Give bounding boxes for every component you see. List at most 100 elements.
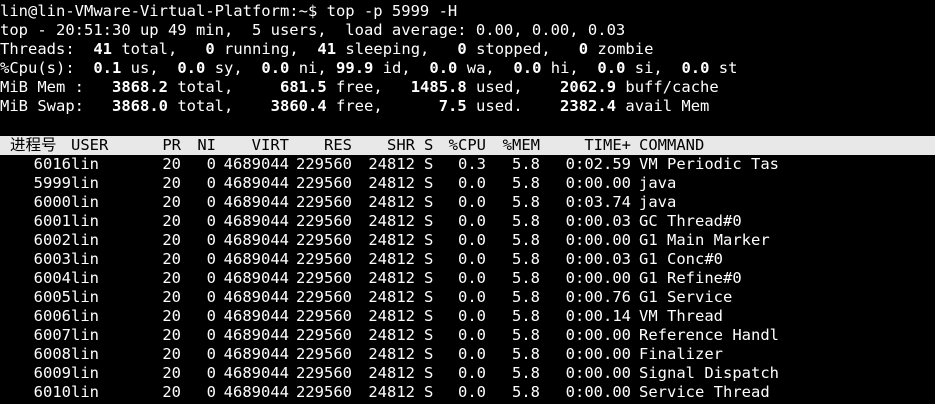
mem-buff-value: 2062.9 xyxy=(560,78,617,96)
cell-user: lin xyxy=(71,326,99,344)
swap-used-value: 7.5 xyxy=(438,97,467,115)
cpu-sy-value: 0.0 xyxy=(177,59,206,77)
cell-mem: 5.8 xyxy=(512,174,540,192)
cell-cpu: 0.0 xyxy=(458,212,486,230)
cell-ni: 0 xyxy=(206,174,216,192)
cell-virt: 4689044 xyxy=(223,364,289,382)
cell-state: S xyxy=(424,288,434,306)
cell-state: S xyxy=(424,231,434,249)
cell-ni: 0 xyxy=(206,307,216,325)
cell-res: 229560 xyxy=(296,174,352,192)
cell-pid: 6016 xyxy=(33,155,71,173)
cell-time: 0:00.76 xyxy=(565,288,631,306)
cell-state: S xyxy=(424,269,434,287)
cell-shr: 24812 xyxy=(368,250,415,268)
cell-command: Finalizer xyxy=(639,345,723,363)
cell-state: S xyxy=(424,307,434,325)
cell-pid: 6007 xyxy=(33,326,71,344)
cell-user: lin xyxy=(71,288,99,306)
cell-res: 229560 xyxy=(296,193,352,211)
table-row[interactable]: 6004 lin 20 0 4689044 229560 24812 S 0.0… xyxy=(0,269,935,288)
table-row[interactable]: 6009 lin 20 0 4689044 229560 24812 S 0.0… xyxy=(0,364,935,383)
cell-virt: 4689044 xyxy=(223,250,289,268)
mem-label: MiB Mem : xyxy=(0,78,84,96)
cell-ni: 0 xyxy=(206,326,216,344)
cell-state: S xyxy=(424,250,434,268)
top-uptime-line: top - 20:51:30 up 49 min, 5 users, load … xyxy=(0,21,626,39)
threads-label: Threads: xyxy=(0,40,75,58)
column-header-pid: 进程号 xyxy=(10,136,57,154)
cell-virt: 4689044 xyxy=(223,345,289,363)
cell-ni: 0 xyxy=(206,212,216,230)
cell-ni: 0 xyxy=(206,231,216,249)
table-row[interactable]: 5999 lin 20 0 4689044 229560 24812 S 0.0… xyxy=(0,174,935,193)
cell-shr: 24812 xyxy=(368,174,415,192)
cell-user: lin xyxy=(71,193,99,211)
cell-time: 0:00.03 xyxy=(565,212,631,230)
swap-avail-value: 2382.4 xyxy=(560,97,617,115)
cell-pid: 6003 xyxy=(33,250,71,268)
cell-state: S xyxy=(424,155,434,173)
column-header-shr: SHR xyxy=(387,136,415,154)
cell-command: java xyxy=(639,174,677,192)
cell-user: lin xyxy=(71,250,99,268)
table-row[interactable]: 6000 lin 20 0 4689044 229560 24812 S 0.0… xyxy=(0,193,935,212)
swap-label: MiB Swap: xyxy=(0,97,84,115)
cpu-hi-value: 0.0 xyxy=(513,59,542,77)
cell-time: 0:00.03 xyxy=(565,250,631,268)
cell-shr: 24812 xyxy=(368,193,415,211)
cell-pr: 20 xyxy=(162,155,181,173)
cell-mem: 5.8 xyxy=(512,193,540,211)
cell-time: 0:00.00 xyxy=(565,345,631,363)
cell-virt: 4689044 xyxy=(223,269,289,287)
cell-res: 229560 xyxy=(296,250,352,268)
cell-state: S xyxy=(424,193,434,211)
table-row[interactable]: 6003 lin 20 0 4689044 229560 24812 S 0.0… xyxy=(0,250,935,269)
cell-time: 0:00.00 xyxy=(565,174,631,192)
cell-pr: 20 xyxy=(162,307,181,325)
cell-user: lin xyxy=(71,155,99,173)
table-row[interactable]: 6010 lin 20 0 4689044 229560 24812 S 0.0… xyxy=(0,383,935,402)
cell-res: 229560 xyxy=(296,288,352,306)
table-row[interactable]: 6008 lin 20 0 4689044 229560 24812 S 0.0… xyxy=(0,345,935,364)
swap-summary-line: MiB Swap: 3868.0 total, 3860.4 free, 7.5… xyxy=(0,97,710,115)
table-row[interactable]: 6007 lin 20 0 4689044 229560 24812 S 0.0… xyxy=(0,326,935,345)
cell-virt: 4689044 xyxy=(223,193,289,211)
cell-state: S xyxy=(424,364,434,382)
cell-pid: 6000 xyxy=(33,193,71,211)
cell-res: 229560 xyxy=(296,383,352,401)
cell-shr: 24812 xyxy=(368,383,415,401)
cell-pid: 6010 xyxy=(33,383,71,401)
threads-sleeping-value: 41 xyxy=(317,40,337,58)
cell-user: lin xyxy=(71,383,99,401)
cell-user: lin xyxy=(71,231,99,249)
table-row[interactable]: 6006 lin 20 0 4689044 229560 24812 S 0.0… xyxy=(0,307,935,326)
column-header-cpu: %CPU xyxy=(448,136,486,154)
table-row[interactable]: 6001 lin 20 0 4689044 229560 24812 S 0.0… xyxy=(0,212,935,231)
threads-running-value: 0 xyxy=(205,40,215,58)
mem-total-value: 3868.2 xyxy=(112,78,168,96)
mem-free-value: 681.5 xyxy=(280,78,327,96)
terminal-window[interactable]: lin@lin-VMware-Virtual-Platform:~$ top -… xyxy=(0,0,935,404)
table-row[interactable]: 6016 lin 20 0 4689044 229560 24812 S 0.3… xyxy=(0,155,935,174)
mem-used-value: 1485.8 xyxy=(410,78,467,96)
cell-command: G1 Conc#0 xyxy=(639,250,723,268)
cell-state: S xyxy=(424,383,434,401)
cell-res: 229560 xyxy=(296,326,352,344)
swap-total-value: 3868.0 xyxy=(112,97,168,115)
cell-cpu: 0.0 xyxy=(458,326,486,344)
cell-virt: 4689044 xyxy=(223,174,289,192)
cell-mem: 5.8 xyxy=(512,307,540,325)
cell-pid: 6009 xyxy=(33,364,71,382)
cell-shr: 24812 xyxy=(368,212,415,230)
cell-mem: 5.8 xyxy=(512,231,540,249)
swap-free-value: 3860.4 xyxy=(270,97,327,115)
cell-state: S xyxy=(424,174,434,192)
cell-command: VM Periodic Tas xyxy=(639,155,779,173)
column-header-state: S xyxy=(424,136,434,154)
cell-res: 229560 xyxy=(296,269,352,287)
cell-shr: 24812 xyxy=(368,231,415,249)
table-row[interactable]: 6005 lin 20 0 4689044 229560 24812 S 0.0… xyxy=(0,288,935,307)
column-header-time: TIME+ xyxy=(584,136,631,154)
table-row[interactable]: 6002 lin 20 0 4689044 229560 24812 S 0.0… xyxy=(0,231,935,250)
